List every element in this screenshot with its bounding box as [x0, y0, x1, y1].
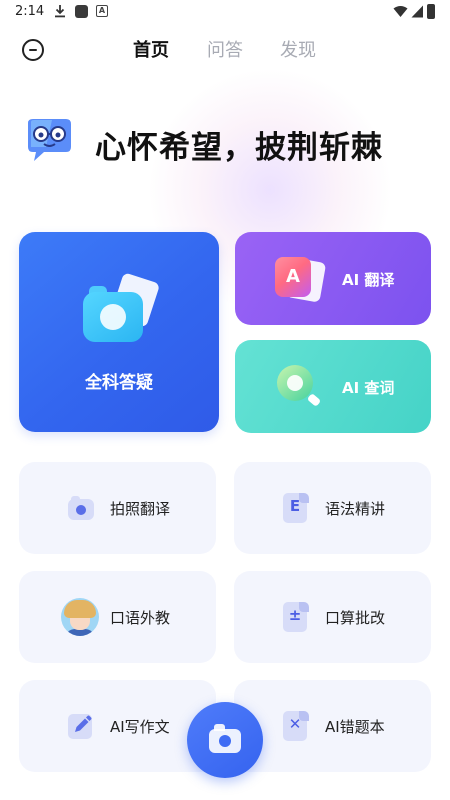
tool-label: 口算批改 — [325, 609, 386, 627]
status-time: 2:14 — [15, 4, 45, 19]
download-icon — [55, 5, 65, 18]
tool-label: AI错题本 — [325, 718, 385, 736]
ai-translate-card[interactable]: A AI 翻译 — [235, 232, 431, 325]
tool-photo-translate[interactable]: 拍照翻译 — [19, 462, 216, 554]
top-tabs: 首页 问答 发现 — [0, 36, 450, 62]
mistake-book-icon: ✕ — [281, 711, 311, 741]
tool-speaking-tutor[interactable]: 口语外教 — [19, 571, 216, 663]
ai-lookup-label: AI 查词 — [342, 379, 395, 397]
translate-a-icon: A — [275, 257, 311, 297]
tool-grammar[interactable]: E 语法精讲 — [234, 462, 431, 554]
tool-label: 口语外教 — [110, 609, 171, 627]
ai-translate-label: AI 翻译 — [342, 271, 395, 289]
tutor-avatar-icon — [61, 598, 99, 636]
a-app-icon: A — [96, 5, 108, 17]
slogan-heading: 心怀希望，披荆斩棘 — [95, 130, 383, 166]
pencil-writing-icon — [68, 714, 92, 739]
all-subjects-qa-card[interactable]: 全科答疑 — [19, 232, 219, 432]
tool-math-check[interactable]: ± 口算批改 — [234, 571, 431, 663]
math-check-icon: ± — [281, 602, 311, 632]
ai-lookup-card[interactable]: AI 查词 — [235, 340, 431, 433]
tool-ai-writing[interactable]: AI写作文 — [19, 680, 216, 772]
all-subjects-qa-label: 全科答疑 — [85, 373, 153, 393]
signal-icon — [411, 5, 423, 18]
camera-fab-button[interactable] — [187, 702, 263, 778]
tab-home[interactable]: 首页 — [133, 36, 169, 62]
chat-mascot-icon — [28, 119, 71, 161]
square-app-icon — [75, 5, 88, 18]
battery-icon — [427, 4, 435, 19]
tool-label: 语法精讲 — [325, 500, 386, 518]
tool-mistake-book[interactable]: ✕ AI错题本 — [234, 680, 431, 772]
status-bar: 2:14 A — [0, 0, 450, 24]
tab-qa[interactable]: 问答 — [207, 36, 243, 62]
grammar-doc-icon: E — [281, 493, 311, 523]
tab-discover[interactable]: 发现 — [280, 36, 316, 62]
photo-translate-icon — [66, 493, 96, 523]
tool-label: AI写作文 — [110, 718, 170, 736]
tool-label: 拍照翻译 — [110, 500, 171, 518]
wifi-icon — [393, 6, 408, 17]
